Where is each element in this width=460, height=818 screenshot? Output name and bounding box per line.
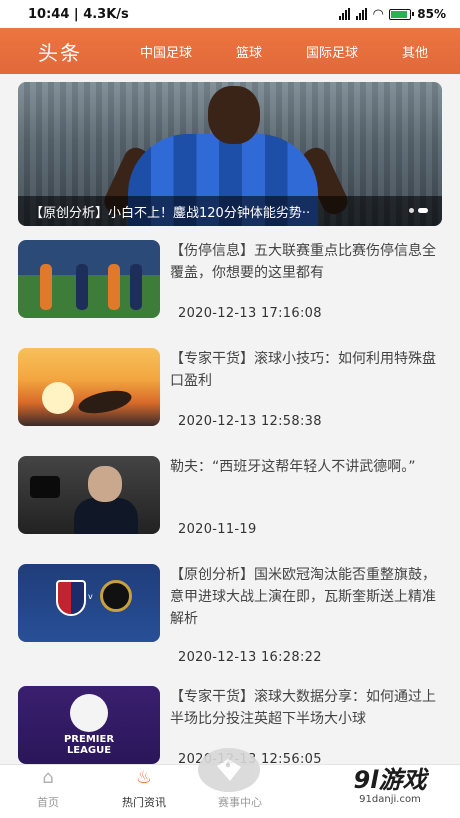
banner-image-head [208,86,260,144]
coach-head [88,466,122,502]
club-crest-icon [100,580,132,612]
battery-icon [389,8,415,20]
tab-basketball[interactable]: 篮球 [236,42,262,61]
news-item[interactable]: 【伤停信息】五大联赛重点比赛伤停信息全覆盖，你想要的这里都有 2020-12-1… [18,240,442,330]
tab-china-football[interactable]: 中国足球 [140,42,192,61]
versus-label: v [88,592,93,601]
nav-label: 首页 [37,796,59,809]
nav-home[interactable]: ⌂ 首页 [0,765,96,818]
news-date: 2020-12-13 12:58:38 [178,414,322,429]
news-title: 【专家干货】滚球大数据分享：如何通过上半场比分投注英超下半场大小球 [170,689,436,727]
banner-caption: 【原创分析】小白不上！鏖战120分钟体能劣势·· [18,196,442,226]
news-date: 2020-11-19 [178,522,257,537]
top-header: 头条 中国足球 篮球 国际足球 其他 [0,28,460,74]
status-bar: 10:44 | 4.3K/s ◠ 85% [0,0,460,28]
player-figure [40,264,52,310]
news-item[interactable]: v 【原创分析】国米欧冠淘汰能否重整旗鼓，意甲进球大战上演在即，瓦斯奎斯送上精准… [18,564,442,665]
premier-league-wordmark: PREMIER LEAGUE [63,734,115,756]
camera-shape [30,476,60,498]
nav-hot-news[interactable]: ♨ 热门资讯 [96,765,192,818]
signal-icon [339,8,351,20]
nav-label: 热门资讯 [122,796,166,809]
news-thumbnail: PREMIER LEAGUE [18,686,160,764]
surfer-silhouette [76,386,134,418]
player-figure [76,264,88,310]
watermark: 9l游戏 91danji.com [330,766,450,814]
clock: 10:44 [28,6,70,22]
news-title: 【伤停信息】五大联赛重点比赛伤停信息全覆盖，你想要的这里都有 [170,243,436,281]
network-speed: 4.3K/s [83,6,129,22]
flame-icon: ♨ [135,767,153,788]
news-thumbnail: v [18,564,160,642]
news-title: 【专家干货】滚球小技巧：如何利用特殊盘口盈利 [170,351,436,389]
player-figure [130,264,142,310]
status-left: 10:44 | 4.3K/s [28,6,129,22]
home-icon: ⌂ [42,767,54,788]
tag-shape [217,759,241,781]
match-center-bubble-icon[interactable] [198,748,260,792]
tab-other[interactable]: 其他 [402,42,428,61]
sun-shape [42,382,74,414]
news-title: 【原创分析】国米欧冠淘汰能否重整旗鼓，意甲进球大战上演在即，瓦斯奎斯送上精准解析 [170,567,436,627]
news-date: 2020-12-13 17:16:08 [178,306,322,321]
page-title: 头条 [38,40,82,65]
watermark-url: 91danji.com [359,794,421,805]
carousel-dot [409,208,414,213]
carousel-dot-active [418,208,428,213]
category-tabs: 中国足球 篮球 国际足球 其他 [118,42,460,61]
news-title: 勒夫：“西班牙这帮年轻人不讲武德啊。” [170,459,416,475]
club-crest-icon [56,580,86,616]
nav-label: 赛事中心 [218,796,262,809]
news-thumbnail [18,456,160,534]
battery-level: 85% [417,7,446,21]
news-thumbnail [18,348,160,426]
player-figure [108,264,120,310]
premier-league-logo-icon [70,694,108,732]
carousel-indicator[interactable] [409,208,428,213]
wifi-icon: ◠ [373,6,384,22]
news-item[interactable]: 勒夫：“西班牙这帮年轻人不讲武德啊。” 2020-11-19 [18,456,442,546]
news-date: 2020-12-13 16:28:22 [178,650,322,665]
watermark-logo: 9l游戏 [353,766,427,794]
news-item[interactable]: 【专家干货】滚球小技巧：如何利用特殊盘口盈利 2020-12-13 12:58:… [18,348,442,438]
signal-icon [356,8,368,20]
coach-figure [74,498,138,534]
tab-international-football[interactable]: 国际足球 [306,42,358,61]
status-right: ◠ 85% [339,7,446,22]
featured-banner[interactable]: 【原创分析】小白不上！鏖战120分钟体能劣势·· [18,82,442,226]
news-thumbnail [18,240,160,318]
